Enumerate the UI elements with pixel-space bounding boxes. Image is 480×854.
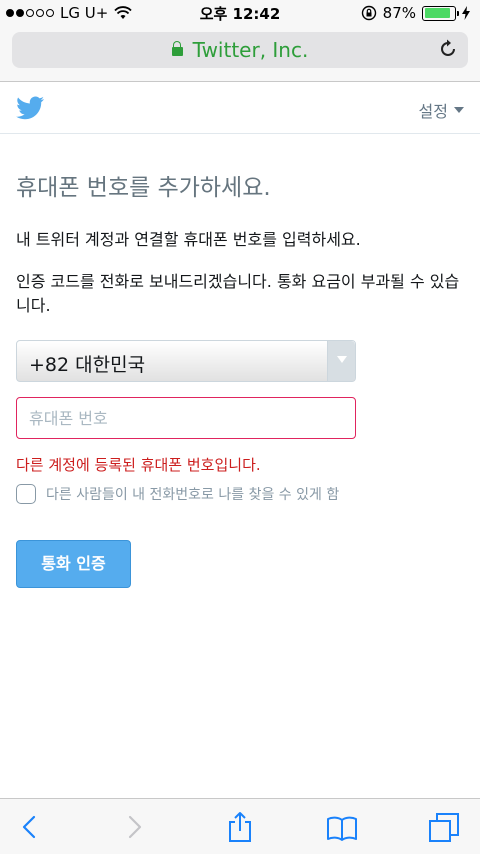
status-right: 87% — [361, 4, 470, 22]
tabs-icon[interactable] — [428, 811, 460, 843]
battery-fill — [424, 8, 450, 18]
status-bar: LG U+ 오후 12:42 87% — [0, 0, 480, 26]
browser-address-area: Twitter, Inc. — [0, 26, 480, 82]
battery-percent: 87% — [382, 4, 416, 22]
call-verify-button[interactable]: 통화 인증 — [16, 540, 131, 588]
caret-down-icon — [454, 107, 464, 113]
phone-number-input[interactable] — [16, 397, 356, 439]
discoverable-checkbox[interactable] — [16, 484, 36, 504]
forward-icon[interactable] — [118, 811, 150, 843]
twitter-header: 설정 — [0, 82, 480, 134]
country-code-select[interactable]: +82 대한민국 — [16, 340, 356, 382]
reload-icon[interactable] — [438, 39, 458, 59]
page-title: 휴대폰 번호를 추가하세요. — [16, 175, 271, 201]
share-icon[interactable] — [224, 811, 256, 843]
charging-icon — [462, 6, 470, 20]
address-text[interactable]: Twitter, Inc. — [12, 38, 468, 62]
lock-icon — [171, 41, 183, 56]
description-connect: 내 트위터 계정과 연결할 휴대폰 번호를 입력하세요. — [16, 230, 361, 249]
address-bar[interactable]: Twitter, Inc. — [12, 32, 468, 68]
site-title: Twitter, Inc. — [192, 38, 309, 62]
back-icon[interactable] — [14, 811, 46, 843]
battery-icon — [422, 5, 459, 21]
country-code-value: +82 대한민국 — [29, 354, 146, 376]
error-message: 다른 계정에 등록된 휴대폰 번호입니다. — [16, 456, 261, 474]
settings-label: 설정 — [418, 102, 448, 121]
discoverable-option[interactable]: 다른 사람들이 내 전화번호로 나를 찾을 수 있게 함 — [16, 484, 339, 504]
twitter-bird-icon[interactable] — [16, 96, 44, 120]
description-call-notice: 인증 코드를 전화로 보내드리겠습니다. 통화 요금이 부과될 수 있습니다. — [16, 272, 460, 315]
dropdown-arrow-icon[interactable] — [327, 341, 355, 381]
rotation-lock-icon — [361, 5, 376, 21]
settings-menu[interactable]: 설정 — [419, 98, 464, 122]
browser-toolbar — [0, 798, 480, 854]
bookmarks-icon[interactable] — [326, 811, 358, 843]
discoverable-checkbox-label[interactable]: 다른 사람들이 내 전화번호로 나를 찾을 수 있게 함 — [46, 484, 339, 504]
